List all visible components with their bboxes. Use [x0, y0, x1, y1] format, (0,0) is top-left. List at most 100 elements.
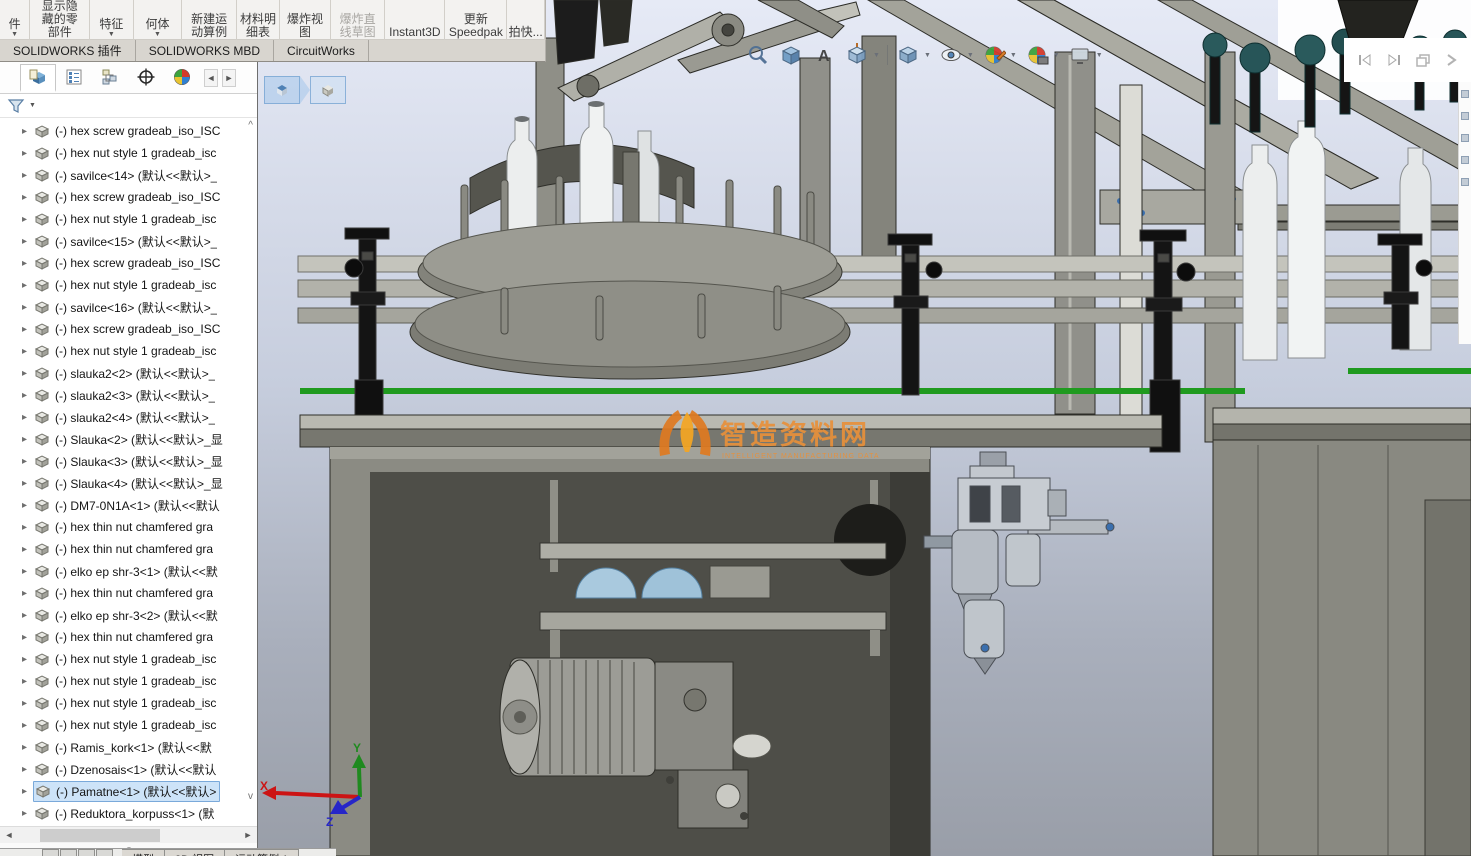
bottom-tab-0[interactable]: 模型: [122, 849, 165, 856]
expand-arrow-icon[interactable]: ▸: [22, 456, 34, 467]
expand-arrow-icon[interactable]: ▸: [22, 170, 34, 181]
configurationmanager-tab[interactable]: [92, 64, 128, 92]
annotations-icon[interactable]: A: [811, 42, 837, 68]
view-orientation-icon[interactable]: [844, 42, 870, 68]
command-tab-0[interactable]: SOLIDWORKS 插件: [0, 40, 136, 61]
expand-arrow-icon[interactable]: ▸: [22, 148, 34, 159]
graphics-area[interactable]: 智造资料网 INTELLIGENT MANUFACTURING DATA X Y…: [258, 0, 1471, 856]
expand-arrow-icon[interactable]: ▸: [22, 192, 34, 203]
instant3d-button[interactable]: Instant3D: [385, 0, 445, 40]
expand-arrow-icon[interactable]: ▸: [22, 434, 34, 445]
expand-arrow-icon[interactable]: ▸: [22, 808, 34, 819]
display-style-icon[interactable]: [895, 42, 921, 68]
tree-item[interactable]: ▸(-) Reduktora_korpuss<1> (默: [0, 802, 257, 824]
tree-item[interactable]: ▸(-) hex nut style 1 gradeab_isc: [0, 670, 257, 692]
featuremanager-tree-tab[interactable]: [20, 64, 56, 92]
motion-nav-button[interactable]: [78, 849, 95, 856]
expand-arrow-icon[interactable]: ▸: [22, 390, 34, 401]
expand-arrow-icon[interactable]: ▸: [22, 478, 34, 489]
tree-item[interactable]: ▸(-) hex thin nut chamfered gra: [0, 582, 257, 604]
tree-item[interactable]: ▸(-) hex screw gradeab_iso_ISC: [0, 252, 257, 274]
expand-arrow-icon[interactable]: ▸: [22, 742, 34, 753]
tree-item[interactable]: ▸(-) savilce<16> (默认<<默认>_: [0, 296, 257, 318]
explode-line-sketch-button[interactable]: 爆炸直线草图: [331, 0, 385, 40]
tree-scroll-down-icon[interactable]: v: [248, 791, 253, 802]
expand-arrow-icon[interactable]: ▸: [22, 764, 34, 775]
bill-of-materials-button[interactable]: 材料明细表: [237, 0, 280, 40]
breadcrumb-part-icon[interactable]: [264, 76, 300, 104]
expand-arrow-icon[interactable]: ▸: [22, 302, 34, 313]
expand-arrow-icon[interactable]: ▸: [22, 126, 34, 137]
zoom-fit-icon[interactable]: [745, 42, 771, 68]
panel-tab-scroll-right[interactable]: ►: [222, 69, 236, 87]
expand-arrow-icon[interactable]: ▸: [22, 676, 34, 687]
motion-nav-button[interactable]: [42, 849, 59, 856]
section-view-icon[interactable]: [778, 42, 804, 68]
tree-item[interactable]: ▸(-) slauka2<3> (默认<<默认>_: [0, 384, 257, 406]
hscroll-thumb[interactable]: [40, 829, 160, 842]
tree-item[interactable]: ▸(-) DM7-0N1A<1> (默认<<默认: [0, 494, 257, 516]
expand-arrow-icon[interactable]: ▸: [22, 280, 34, 291]
displaymanager-tab[interactable]: [164, 64, 200, 92]
tree-item[interactable]: ▸(-) elko ep shr-3<2> (默认<<默: [0, 604, 257, 626]
tree-item[interactable]: ▸(-) elko ep shr-3<1> (默认<<默: [0, 560, 257, 582]
edit-appearance-icon[interactable]: [981, 42, 1007, 68]
taskpane-tab-strip[interactable]: [1458, 82, 1471, 344]
tree-horizontal-scrollbar[interactable]: ◄ ►: [0, 826, 257, 843]
show-hidden-components-button[interactable]: 显示隐藏的零部件: [30, 0, 90, 40]
command-tab-2[interactable]: CircuitWorks: [274, 40, 369, 61]
assembly-features-button[interactable]: 特征▼: [90, 0, 133, 40]
tree-item[interactable]: ▸(-) savilce<15> (默认<<默认>_: [0, 230, 257, 252]
reference-geometry-button[interactable]: 何体▼: [134, 0, 183, 40]
collapse-left-icon[interactable]: [1357, 53, 1373, 67]
hide-show-items-icon[interactable]: [938, 42, 964, 68]
restore-window-icon[interactable]: [1415, 53, 1431, 67]
tree-item[interactable]: ▸(-) hex thin nut chamfered gra: [0, 516, 257, 538]
tree-item[interactable]: ▸(-) hex nut style 1 gradeab_isc: [0, 340, 257, 362]
expand-arrow-icon[interactable]: ▸: [22, 236, 34, 247]
tree-item[interactable]: ▸(-) Slauka<2> (默认<<默认>_显: [0, 428, 257, 450]
tree-item[interactable]: ▸(-) hex screw gradeab_iso_ISC: [0, 120, 257, 142]
taskpane-tab-icon[interactable]: [1461, 178, 1469, 186]
expand-arrow-icon[interactable]: ▸: [22, 368, 34, 379]
tree-item[interactable]: ▸(-) Pamatne<1> (默认<<默认>: [0, 780, 257, 802]
tree-item[interactable]: ▸(-) hex nut style 1 gradeab_isc: [0, 274, 257, 296]
expand-arrow-icon[interactable]: ▸: [22, 412, 34, 423]
dimxpertmanager-tab[interactable]: [128, 64, 164, 92]
expand-arrow-icon[interactable]: ▸: [22, 522, 34, 533]
tree-item[interactable]: ▸(-) slauka2<4> (默认<<默认>_: [0, 406, 257, 428]
taskpane-tab-icon[interactable]: [1461, 112, 1469, 120]
filter-funnel-icon[interactable]: [6, 97, 26, 115]
hscroll-left-arrow[interactable]: ◄: [0, 830, 18, 840]
tree-item[interactable]: ▸(-) Ramis_kork<1> (默认<<默: [0, 736, 257, 758]
motion-nav-button[interactable]: [96, 849, 113, 856]
tree-item[interactable]: ▸(-) hex nut style 1 gradeab_isc: [0, 208, 257, 230]
expand-arrow-icon[interactable]: ▸: [22, 214, 34, 225]
view-settings-icon[interactable]: [1067, 42, 1093, 68]
bottom-tab-2[interactable]: 运动算例 1: [225, 849, 299, 856]
expand-arrow-icon[interactable]: ▸: [22, 720, 34, 731]
expand-arrow-icon[interactable]: ▸: [22, 346, 34, 357]
tree-scroll-up-icon[interactable]: ^: [248, 120, 253, 131]
expand-arrow-icon[interactable]: ▸: [22, 258, 34, 269]
tree-item[interactable]: ▸(-) hex screw gradeab_iso_ISC: [0, 318, 257, 340]
propertymanager-tab[interactable]: [56, 64, 92, 92]
update-speedpak-button[interactable]: 更新Speedpak: [445, 0, 507, 40]
take-snapshot-button[interactable]: 拍快...: [507, 0, 545, 40]
breadcrumb-assembly-icon[interactable]: [310, 76, 346, 104]
expand-arrow-icon[interactable]: ▸: [22, 500, 34, 511]
selection-breadcrumb[interactable]: [264, 76, 346, 104]
collapse-right-icon[interactable]: [1386, 53, 1402, 67]
expand-arrow-icon[interactable]: ▸: [22, 632, 34, 643]
panel-tab-scroll-left[interactable]: ◄: [204, 69, 218, 87]
motion-nav-button[interactable]: [60, 849, 77, 856]
taskpane-tab-icon[interactable]: [1461, 156, 1469, 164]
expand-taskpane-icon[interactable]: [1444, 52, 1458, 68]
tree-item[interactable]: ▸(-) hex thin nut chamfered gra: [0, 538, 257, 560]
exploded-view-button[interactable]: 爆炸视图: [280, 0, 331, 40]
filter-dropdown-caret[interactable]: ▼: [29, 102, 36, 109]
expand-arrow-icon[interactable]: ▸: [22, 698, 34, 709]
insert-component-button[interactable]: 件▼: [0, 0, 30, 40]
tree-item[interactable]: ▸(-) hex nut style 1 gradeab_isc: [0, 648, 257, 670]
hscroll-right-arrow[interactable]: ►: [239, 830, 257, 840]
